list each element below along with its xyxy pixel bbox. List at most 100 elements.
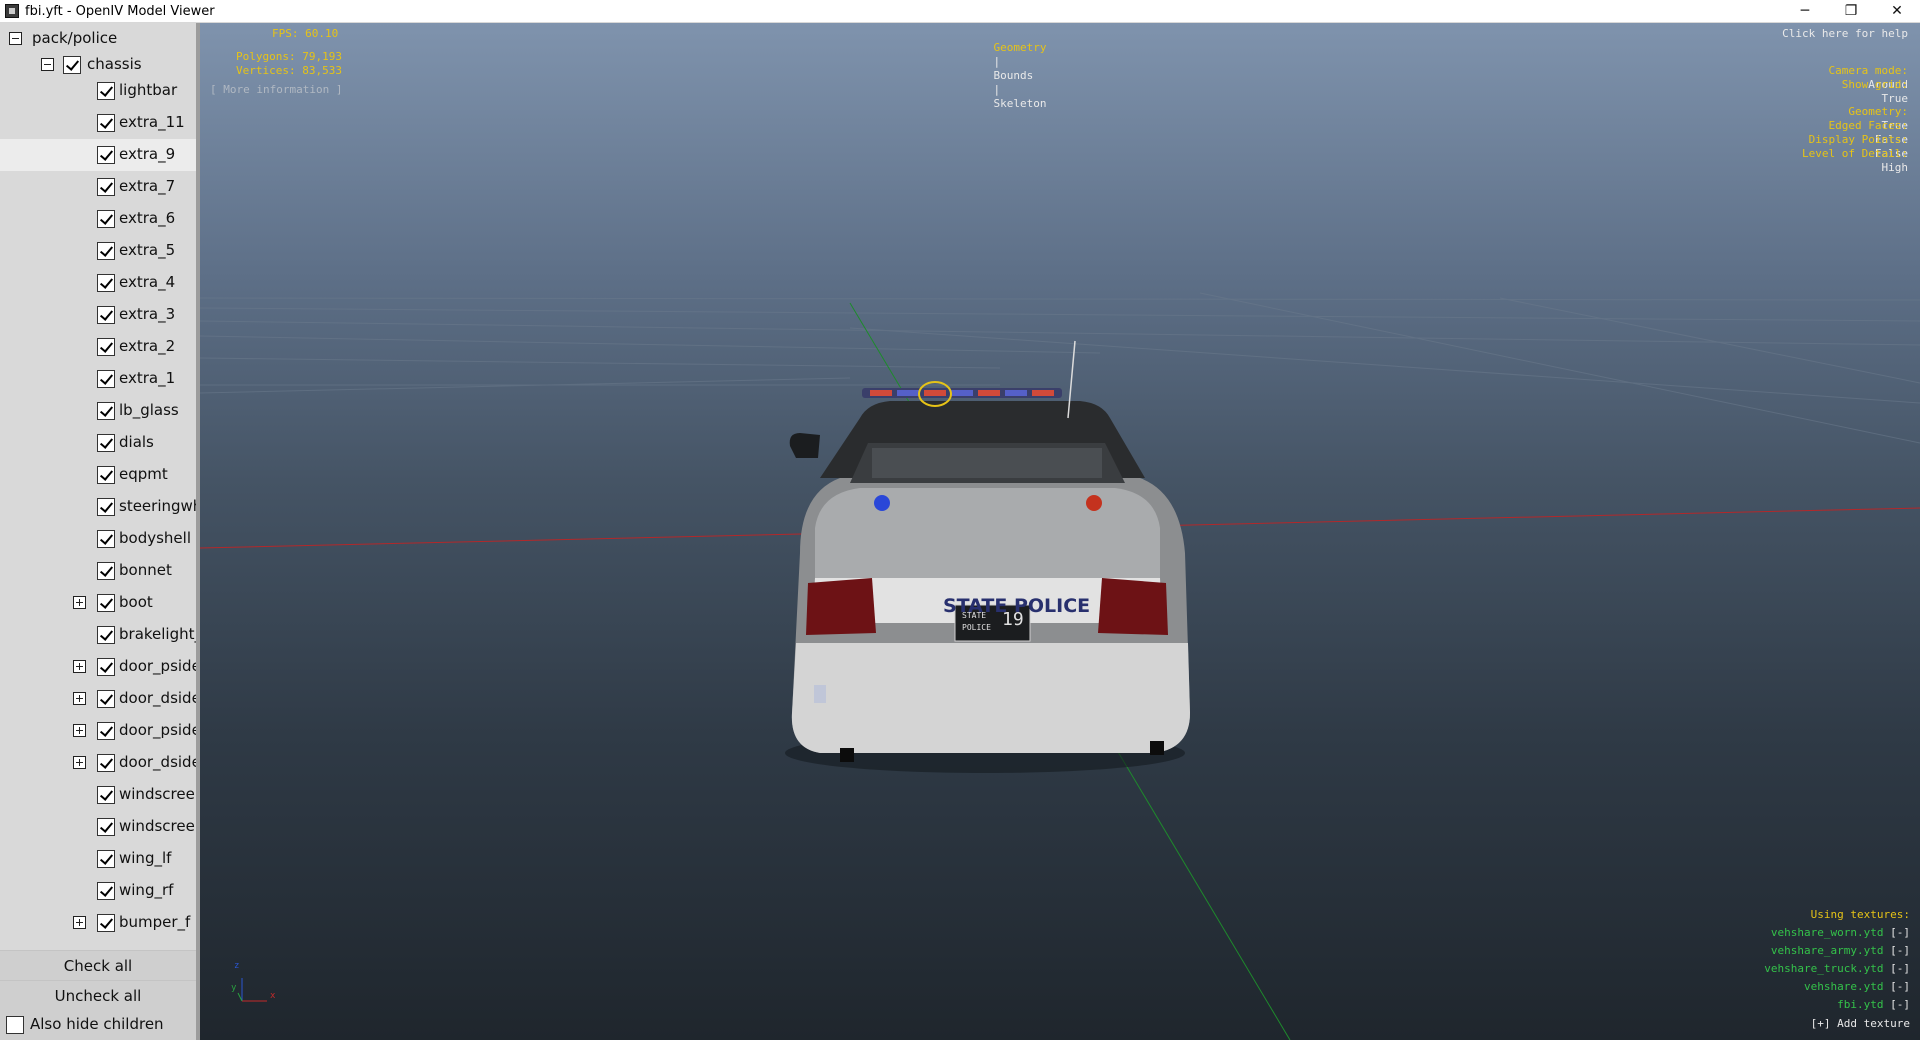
tree-item[interactable]: wing_lf — [0, 843, 196, 875]
tree-item-label: extra_7 — [119, 177, 176, 195]
window-controls: ─ ❐ ✕ — [1782, 0, 1920, 22]
show-grid-label: Show grid: — [1841, 78, 1908, 91]
tree-item[interactable]: steeringwhe — [0, 491, 196, 523]
help-link[interactable]: Click here for help — [1782, 27, 1908, 41]
tree-item-checkbox[interactable] — [97, 882, 115, 900]
mode-geometry[interactable]: Geometry — [994, 41, 1047, 54]
tree-item[interactable]: eqpmt — [0, 459, 196, 491]
texture-name[interactable]: vehshare_worn.ytd — [1771, 926, 1884, 939]
tree-item[interactable]: extra_4 — [0, 267, 196, 299]
close-button[interactable]: ✕ — [1874, 0, 1920, 22]
tree-item-checkbox[interactable] — [97, 562, 115, 580]
tree-item[interactable]: bumper_f — [0, 907, 196, 939]
tree-item-checkbox[interactable] — [97, 626, 115, 644]
tree-item-checkbox[interactable] — [97, 178, 115, 196]
tree-item[interactable]: boot — [0, 587, 196, 619]
collapse-icon[interactable] — [9, 32, 22, 45]
tree-item[interactable]: bodyshell — [0, 523, 196, 555]
add-texture-link[interactable]: [+] Add texture — [1811, 1017, 1910, 1031]
tree-item[interactable]: wing_rf — [0, 875, 196, 907]
tree-item-label: steeringwhe — [119, 497, 196, 515]
tree-item[interactable]: extra_7 — [0, 171, 196, 203]
tree-item-checkbox[interactable] — [97, 434, 115, 452]
remove-texture-button[interactable]: [-] — [1890, 998, 1910, 1011]
remove-texture-button[interactable]: [-] — [1890, 980, 1910, 993]
tree-item-checkbox[interactable] — [97, 850, 115, 868]
tree-item[interactable]: lightbar — [0, 75, 196, 107]
check-all-button[interactable]: Check all — [0, 950, 196, 980]
tree-item-checkbox[interactable] — [97, 786, 115, 804]
tree-item[interactable]: door_pside_ — [0, 651, 196, 683]
tree-item-checkbox[interactable] — [97, 402, 115, 420]
tree-item[interactable]: lb_glass — [0, 395, 196, 427]
tree-item[interactable]: door_dside_ — [0, 747, 196, 779]
tree-item[interactable]: windscreen_ — [0, 779, 196, 811]
tree-item-checkbox[interactable] — [97, 818, 115, 836]
axis-z-label: z — [234, 961, 240, 971]
tree-item[interactable]: dials — [0, 427, 196, 459]
remove-texture-button[interactable]: [-] — [1890, 926, 1910, 939]
tree-item-checkbox[interactable] — [97, 498, 115, 516]
tree-item-checkbox[interactable] — [97, 146, 115, 164]
title-bar: fbi.yft - OpenIV Model Viewer ─ ❐ ✕ — [0, 0, 1920, 23]
uncheck-all-button[interactable]: Uncheck all — [0, 980, 196, 1010]
tree-item-checkbox[interactable] — [97, 914, 115, 932]
tree-item-checkbox[interactable] — [97, 594, 115, 612]
3d-viewport[interactable]: STATE POLICE STATE POLICE 19 FPS: 60.10 … — [200, 23, 1920, 1040]
tree-item[interactable]: door_pside_ — [0, 715, 196, 747]
tree-item-checkbox[interactable] — [97, 338, 115, 356]
tree-item[interactable]: extra_9 — [0, 139, 196, 171]
expand-icon[interactable] — [73, 756, 86, 769]
tree-item-label: door_dside_ — [119, 753, 196, 771]
expand-icon[interactable] — [73, 692, 86, 705]
expand-icon[interactable] — [73, 596, 86, 609]
tree-item[interactable]: extra_6 — [0, 203, 196, 235]
maximize-button[interactable]: ❐ — [1828, 0, 1874, 22]
tree-item[interactable]: extra_11 — [0, 107, 196, 139]
app-icon — [5, 4, 19, 18]
minimize-button[interactable]: ─ — [1782, 0, 1828, 22]
tree-item[interactable]: extra_5 — [0, 235, 196, 267]
tree-item-checkbox[interactable] — [97, 754, 115, 772]
tree-item-checkbox[interactable] — [97, 530, 115, 548]
expand-icon[interactable] — [73, 916, 86, 929]
tree-item-checkbox[interactable] — [97, 274, 115, 292]
tree-item-checkbox[interactable] — [97, 242, 115, 260]
remove-texture-button[interactable]: [-] — [1890, 962, 1910, 975]
tree-item[interactable]: extra_2 — [0, 331, 196, 363]
tree-item-checkbox[interactable] — [97, 658, 115, 676]
texture-name[interactable]: vehshare_truck.ytd — [1764, 962, 1883, 975]
remove-texture-button[interactable]: [-] — [1890, 944, 1910, 957]
tree-item-label: extra_6 — [119, 209, 176, 227]
tree-item-checkbox[interactable] — [97, 466, 115, 484]
tree-item[interactable]: door_dside_ — [0, 683, 196, 715]
axis-gizmo — [237, 978, 267, 1002]
texture-name[interactable]: vehshare.ytd — [1804, 980, 1883, 993]
expand-icon[interactable] — [73, 724, 86, 737]
plate-number: 19 — [1002, 609, 1024, 630]
more-information-link[interactable]: [ More information ] — [210, 83, 342, 97]
tree-item-checkbox[interactable] — [97, 306, 115, 324]
texture-entry: vehshare.ytd [-] — [1804, 980, 1910, 994]
tree-item-checkbox[interactable] — [97, 114, 115, 132]
also-hide-children-checkbox[interactable] — [6, 1016, 24, 1034]
texture-name[interactable]: fbi.ytd — [1837, 998, 1883, 1011]
mode-bounds[interactable]: Bounds — [994, 69, 1034, 82]
texture-name[interactable]: vehshare_army.ytd — [1771, 944, 1884, 957]
tree-item-checkbox[interactable] — [97, 722, 115, 740]
tree-item[interactable]: windscreen — [0, 811, 196, 843]
tree-item-checkbox[interactable] — [97, 370, 115, 388]
tree-item[interactable]: brakelight_r — [0, 619, 196, 651]
also-hide-children-toggle[interactable]: Also hide children — [0, 1010, 196, 1040]
checkbox-chassis[interactable] — [63, 56, 81, 74]
collapse-icon[interactable] — [41, 58, 54, 71]
expand-icon[interactable] — [73, 660, 86, 673]
tree-item[interactable]: bonnet — [0, 555, 196, 587]
tree-item-checkbox[interactable] — [97, 210, 115, 228]
tree-item[interactable]: extra_3 — [0, 299, 196, 331]
tree-item-checkbox[interactable] — [97, 82, 115, 100]
tree-item[interactable]: extra_1 — [0, 363, 196, 395]
tree-item-checkbox[interactable] — [97, 690, 115, 708]
level-of-detail-toggle[interactable]: Level of Detail: High — [1776, 133, 1908, 189]
mode-skeleton[interactable]: Skeleton — [994, 97, 1047, 110]
